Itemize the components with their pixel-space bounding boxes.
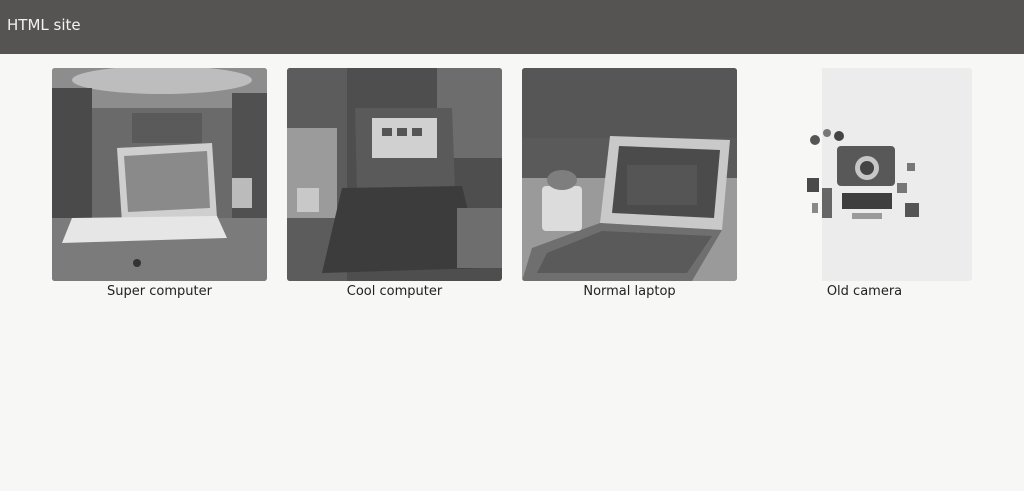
site-title: HTML site [7, 16, 81, 34]
gallery-card-super-computer[interactable]: Super computer [52, 68, 267, 300]
gallery-card-normal-laptop[interactable]: Normal laptop [522, 68, 737, 300]
top-header-bar: HTML site [0, 0, 1024, 54]
laptop-on-desk-photo[interactable] [52, 68, 267, 281]
card-caption: Normal laptop [583, 284, 676, 299]
card-caption: Super computer [107, 284, 212, 299]
camera-flatlay-photo[interactable] [757, 68, 972, 281]
card-caption: Old camera [826, 284, 903, 299]
gallery-card-old-camera[interactable]: Old camera [757, 68, 972, 300]
laptop-dark-desk-photo[interactable] [287, 68, 502, 281]
gallery-card-cool-computer[interactable]: Cool computer [287, 68, 502, 300]
card-caption: Cool computer [346, 284, 443, 299]
laptop-with-plant-photo[interactable] [522, 68, 737, 281]
